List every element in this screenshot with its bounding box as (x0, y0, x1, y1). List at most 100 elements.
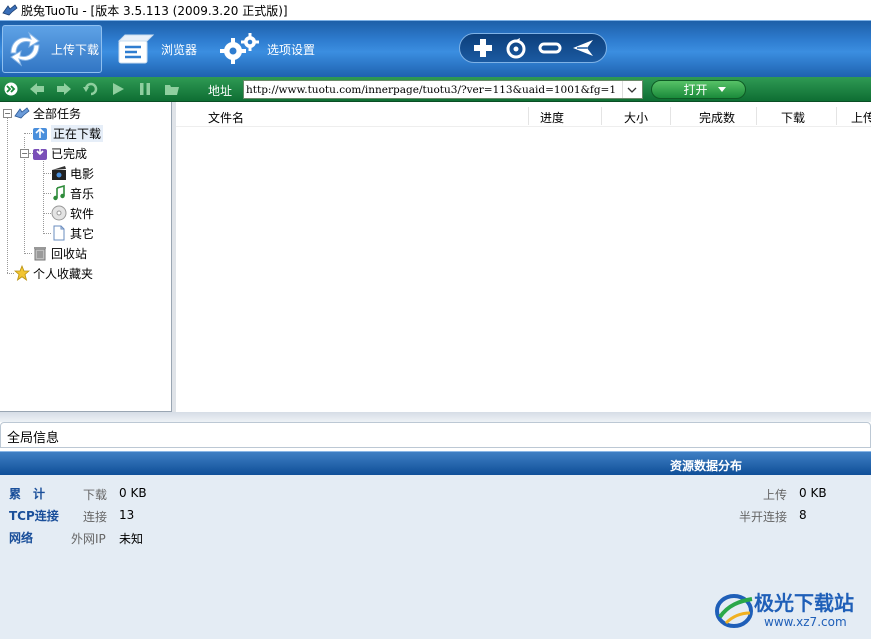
tree-item-label: 全部任务 (33, 106, 82, 121)
expand-toggle-completed[interactable]: − (20, 149, 29, 158)
downloading-icon (32, 125, 48, 141)
title-bar: 脱兔TuoTu - [版本 3.5.113 (2009.3.20 正式版)] (0, 0, 871, 20)
reload-button[interactable] (82, 81, 100, 97)
tree-item-label: 音乐 (70, 186, 95, 201)
folder-button[interactable] (163, 81, 181, 97)
global-info-title: 全局信息 (7, 431, 60, 446)
tree-line (43, 193, 51, 194)
tree-item-movie[interactable]: 电影 (51, 163, 94, 183)
send-icon (573, 40, 594, 56)
watermark-logo-icon (715, 594, 753, 628)
resource-distribution-bar: 资源数据分布 (0, 451, 871, 475)
open-button[interactable]: 打开 (651, 80, 746, 99)
stat-value-external-ip: 未知 (119, 532, 144, 546)
browser-button[interactable]: 浏览器 (115, 25, 210, 73)
horizontal-splitter[interactable] (0, 412, 871, 422)
task-tree: − − 全部任务 正在下载 已完成 电影 音乐 软件 其它 回收站 个人收藏夹 (0, 102, 172, 412)
add-icon (473, 39, 492, 57)
completed-icon (32, 145, 48, 161)
tree-line (43, 213, 51, 214)
upload-download-button[interactable]: 上传下载 (2, 25, 102, 73)
forward-arrow-icon (57, 83, 71, 95)
back-arrow-icon (30, 83, 44, 95)
stat-value-half-open: 8 (799, 508, 807, 522)
column-header-size[interactable]: 大小 (624, 109, 648, 126)
stat-key-network: 网络 (9, 531, 34, 545)
folder-icon (165, 85, 179, 95)
resource-distribution-title: 资源数据分布 (670, 459, 743, 473)
stat-label-connections: 连接 (83, 510, 108, 524)
tree-item-label: 个人收藏夹 (33, 266, 94, 281)
column-header-progress[interactable]: 进度 (540, 109, 564, 126)
tree-item-all-tasks[interactable]: 全部任务 (14, 103, 81, 123)
stat-label-external-ip: 外网IP (71, 532, 106, 546)
app-rabbit-icon (2, 4, 18, 16)
address-dropdown-button[interactable] (622, 81, 640, 98)
tree-item-music[interactable]: 音乐 (51, 183, 94, 203)
column-separator[interactable] (836, 107, 837, 125)
tree-item-software[interactable]: 软件 (51, 203, 94, 223)
other-icon (51, 225, 67, 241)
watermark-text: 极光下载站 (754, 591, 854, 615)
browser-label: 浏览器 (161, 42, 198, 57)
software-icon (51, 205, 67, 221)
pause-icon (140, 83, 150, 95)
column-header-completed-count[interactable]: 完成数 (699, 109, 735, 126)
tree-line (7, 118, 8, 273)
forward-button[interactable] (55, 81, 73, 97)
column-header-download[interactable]: 下载 (781, 109, 805, 126)
address-input[interactable] (244, 81, 622, 98)
column-header-upload[interactable]: 上传 (851, 109, 871, 126)
tree-item-label: 电影 (70, 166, 95, 181)
tree-line (43, 233, 51, 234)
settings-label: 选项设置 (267, 42, 316, 57)
column-separator[interactable] (756, 107, 757, 125)
tree-line (7, 273, 14, 274)
tree-item-label: 正在下载 (51, 124, 104, 142)
column-separator[interactable] (528, 107, 529, 125)
chevron-down-icon (627, 87, 636, 93)
stat-label-half-open: 半开连接 (739, 510, 788, 524)
tree-item-downloading[interactable]: 正在下载 (32, 123, 104, 143)
settings-gear-icon (220, 33, 259, 64)
tree-line (43, 173, 51, 174)
column-separator[interactable] (670, 107, 671, 125)
tree-item-recycle-bin[interactable]: 回收站 (32, 243, 87, 263)
tree-item-completed[interactable]: 已完成 (32, 143, 87, 163)
caret-down-icon (717, 87, 726, 92)
address-combobox[interactable] (243, 80, 643, 99)
minimize-button[interactable] (536, 36, 564, 60)
add-task-button[interactable] (469, 36, 497, 60)
column-header-filename[interactable]: 文件名 (208, 109, 244, 126)
tree-item-other[interactable]: 其它 (51, 223, 94, 243)
refresh-button[interactable] (502, 36, 530, 60)
watermark-url: www.xz7.com (764, 615, 847, 629)
pause-button[interactable] (136, 81, 154, 97)
collapse-panel-button[interactable] (2, 81, 20, 97)
stat-value-connections: 13 (119, 508, 135, 522)
site-watermark: 极光下载站 www.xz7.com (712, 585, 864, 635)
settings-button[interactable]: 选项设置 (217, 25, 322, 73)
browser-icon (117, 34, 155, 64)
tree-line (43, 158, 44, 234)
global-info-tab[interactable]: 全局信息 (0, 422, 871, 448)
expand-toggle-all[interactable]: − (3, 109, 12, 118)
play-icon (113, 83, 124, 95)
reload-icon (83, 82, 98, 96)
tree-line (24, 133, 32, 134)
tree-item-favorites[interactable]: 个人收藏夹 (14, 263, 93, 283)
play-button[interactable] (109, 81, 127, 97)
upload-download-label: 上传下载 (51, 42, 100, 57)
column-separator[interactable] (601, 107, 602, 125)
send-button[interactable] (569, 36, 597, 60)
stat-value-download: 0 KB (119, 486, 147, 500)
tree-item-label: 其它 (70, 226, 95, 241)
window-title: 脱兔TuoTu - [版本 3.5.113 (2009.3.20 正式版)] (21, 3, 288, 18)
back-button[interactable] (28, 81, 46, 97)
open-label: 打开 (683, 83, 708, 97)
all-tasks-icon (14, 105, 30, 121)
stat-key-cumulative: 累 计 (9, 487, 46, 501)
stat-label-download: 下载 (83, 488, 108, 502)
double-chevron-icon (4, 82, 18, 96)
recycle-bin-icon (32, 245, 48, 261)
